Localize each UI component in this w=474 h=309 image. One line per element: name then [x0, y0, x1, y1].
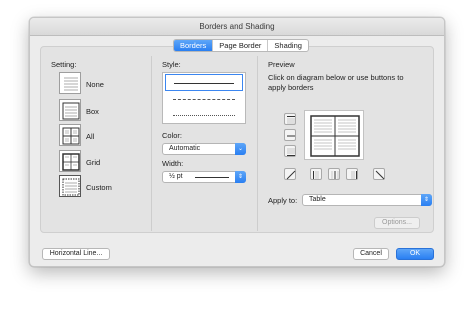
- grid-table-icon[interactable]: [59, 150, 81, 172]
- width-label: Width:: [162, 159, 184, 168]
- setting-box-label[interactable]: Box: [86, 107, 99, 116]
- color-select[interactable]: Automatic ⌄: [162, 143, 246, 155]
- apply-to-select[interactable]: Table ⇕: [302, 194, 432, 206]
- top-border-button[interactable]: [284, 113, 296, 125]
- left-border-button[interactable]: [310, 168, 322, 180]
- ok-button[interactable]: OK: [396, 248, 434, 260]
- diagonal-up-border-button[interactable]: [373, 168, 385, 180]
- line-style-dotted[interactable]: [165, 107, 243, 124]
- column-divider-right: [257, 56, 258, 231]
- border-preview-diagram[interactable]: [304, 110, 364, 160]
- setting-heading: Setting:: [51, 60, 77, 69]
- all-table-icon[interactable]: [59, 124, 81, 146]
- borders-and-shading-dialog: Borders and Shading Borders Page Border …: [29, 17, 445, 267]
- tab-borders[interactable]: Borders: [174, 40, 213, 51]
- apply-to-value: Table: [309, 196, 326, 203]
- updown-arrow-icon: ⇕: [235, 171, 246, 183]
- horizontal-line-button[interactable]: Horizontal Line...: [42, 248, 110, 260]
- chevron-down-icon: ⌄: [235, 143, 246, 155]
- tab-shading[interactable]: Shading: [267, 40, 308, 51]
- inside-vertical-border-button[interactable]: [328, 168, 340, 180]
- line-style-solid[interactable]: [165, 74, 243, 91]
- bottom-border-button[interactable]: [284, 145, 296, 157]
- color-select-value: Automatic: [169, 145, 201, 152]
- setting-custom-label[interactable]: Custom: [86, 183, 112, 192]
- preview-heading: Preview: [268, 60, 295, 69]
- line-style-dashed[interactable]: [165, 91, 243, 108]
- color-label: Color:: [162, 131, 183, 140]
- tab-bar: Borders Page Border Shading: [173, 39, 309, 52]
- tab-page-border[interactable]: Page Border: [212, 40, 267, 51]
- updown-arrow-icon: ⇕: [421, 194, 432, 206]
- cancel-button[interactable]: Cancel: [353, 248, 389, 260]
- box-table-icon[interactable]: [59, 99, 81, 121]
- preview-instructions: Click on diagram below or use buttons to…: [268, 73, 404, 92]
- width-select[interactable]: ½ pt ⇕: [162, 171, 246, 183]
- right-border-button[interactable]: [346, 168, 358, 180]
- column-divider-left: [151, 56, 152, 231]
- none-table-icon[interactable]: [59, 72, 81, 94]
- inside-horizontal-border-button[interactable]: [284, 129, 296, 141]
- options-button[interactable]: Options...: [374, 217, 420, 229]
- diagonal-down-border-button[interactable]: [284, 168, 296, 180]
- style-heading: Style:: [162, 60, 181, 69]
- width-select-value: ½ pt: [169, 173, 183, 180]
- dialog-title: Borders and Shading: [30, 18, 444, 36]
- apply-to-label: Apply to:: [268, 196, 298, 205]
- custom-table-icon[interactable]: [59, 175, 81, 197]
- setting-none-label[interactable]: None: [86, 80, 104, 89]
- setting-grid-label[interactable]: Grid: [86, 158, 100, 167]
- setting-all-label[interactable]: All: [86, 132, 94, 141]
- width-line-sample: [195, 177, 229, 178]
- line-style-list[interactable]: [162, 72, 246, 124]
